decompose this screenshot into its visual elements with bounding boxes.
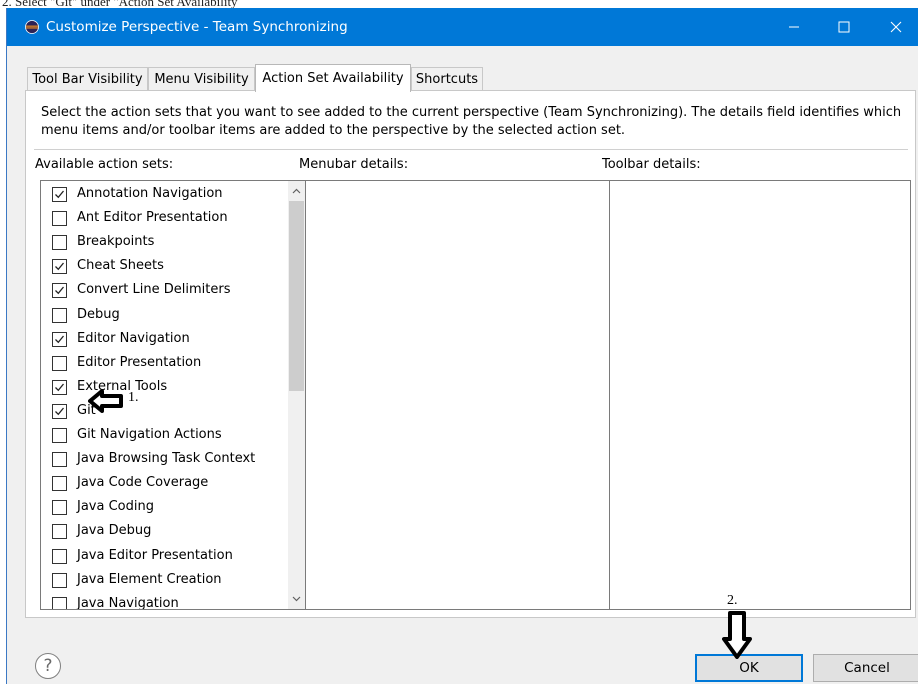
instruction-caption: 2. Select "Git" under "Action Set Availa… [2, 0, 238, 9]
title-bar[interactable]: Customize Perspective - Team Synchronizi… [7, 8, 918, 46]
action-set-label: Java Debug [77, 523, 152, 539]
action-set-item[interactable]: Java Browsing Task Context [41, 448, 281, 472]
action-set-item[interactable]: Breakpoints [41, 231, 281, 255]
action-set-checkbox[interactable] [52, 476, 67, 492]
menubar-details-label: Menubar details: [299, 157, 409, 172]
help-button[interactable]: ? [35, 653, 61, 679]
action-set-checkbox[interactable] [52, 403, 67, 419]
action-set-label: Java Browsing Task Context [77, 451, 256, 467]
left-arrow-annotation-icon [88, 389, 123, 413]
close-button[interactable] [873, 8, 918, 46]
customize-perspective-dialog: Customize Perspective - Team Synchronizi… [6, 8, 918, 684]
minimize-button[interactable] [771, 8, 817, 46]
step-2-annotation: 2. [727, 593, 738, 608]
description-text: Select the action sets that you want to … [41, 105, 902, 138]
down-arrow-annotation-icon [722, 611, 752, 659]
checkmark-icon [55, 262, 65, 271]
action-set-item[interactable]: External Tools [41, 376, 281, 400]
action-set-checkbox[interactable] [52, 524, 67, 540]
action-set-item[interactable]: Editor Presentation [41, 352, 281, 376]
action-set-label: Breakpoints [77, 234, 155, 250]
action-set-item[interactable]: Editor Navigation [41, 328, 281, 352]
action-set-checkbox[interactable] [52, 187, 67, 202]
window-title: Customize Perspective - Team Synchronizi… [46, 19, 348, 35]
action-set-item[interactable]: Debug [41, 304, 281, 328]
action-set-checkbox[interactable] [52, 452, 67, 468]
action-set-checkbox[interactable] [52, 331, 67, 347]
action-set-item[interactable]: Java Element Creation [41, 569, 281, 593]
close-icon [890, 21, 902, 33]
checkmark-icon [55, 335, 65, 343]
action-set-checkbox[interactable] [52, 500, 67, 516]
action-set-label: Java Code Coverage [77, 475, 209, 491]
cancel-button[interactable]: Cancel [813, 654, 918, 682]
action-set-checkbox[interactable] [52, 428, 67, 443]
action-set-item[interactable]: Annotation Navigation [41, 183, 281, 207]
action-set-label: Java Element Creation [77, 571, 222, 587]
step-1-annotation: 1. [128, 390, 139, 405]
action-set-label: Java Editor Presentation [77, 547, 233, 563]
menubar-details-box [305, 180, 610, 610]
action-set-label: Debug [77, 306, 120, 322]
action-set-label: Java Coding [77, 499, 154, 515]
action-set-label: Ant Editor Presentation [77, 210, 228, 226]
action-set-item[interactable]: Java Code Coverage [41, 472, 281, 496]
action-set-label: Convert Line Delimiters [77, 282, 231, 298]
action-sets-list[interactable]: Annotation Navigation Ant Editor Presenta… [40, 180, 306, 610]
action-set-label: Git Navigation Actions [77, 427, 222, 442]
chevron-up-icon [292, 188, 301, 194]
action-set-label: Editor Navigation [77, 330, 190, 346]
action-set-label: Cheat Sheets [77, 258, 164, 274]
eclipse-icon [25, 20, 39, 34]
action-set-item[interactable]: Java Coding [41, 496, 281, 520]
scroll-thumb[interactable] [289, 201, 304, 391]
toolbar-details-label: Toolbar details: [602, 157, 701, 172]
maximize-icon [838, 21, 850, 33]
action-set-label: Java Navigation [77, 595, 179, 610]
checkmark-icon [55, 190, 65, 199]
action-set-item[interactable]: Ant Editor Presentation [41, 207, 281, 231]
available-action-sets-label: Available action sets: [35, 157, 174, 172]
toolbar-details-box [609, 180, 911, 610]
action-set-checkbox[interactable] [52, 211, 67, 227]
tab-tool-bar-visibility[interactable]: Tool Bar Visibility [27, 67, 148, 91]
action-set-checkbox[interactable] [52, 572, 67, 588]
maximize-button[interactable] [821, 8, 867, 46]
scroll-up-button[interactable] [288, 181, 305, 201]
action-set-item[interactable]: Git Navigation Actions [41, 424, 281, 448]
action-set-item[interactable]: Java Navigation [41, 593, 281, 610]
action-set-checkbox[interactable] [52, 259, 67, 275]
scroll-down-button[interactable] [288, 589, 305, 609]
action-set-checkbox[interactable] [52, 235, 67, 251]
action-set-item[interactable]: Convert Line Delimiters [41, 279, 281, 303]
separator [34, 149, 908, 150]
action-set-item[interactable]: Cheat Sheets [41, 255, 281, 279]
action-set-label: Annotation Navigation [77, 186, 223, 201]
action-set-checkbox[interactable] [52, 283, 67, 299]
action-set-item[interactable]: Java Editor Presentation [41, 545, 281, 569]
action-set-item[interactable]: Java Debug [41, 520, 281, 544]
chevron-down-icon [292, 596, 301, 602]
action-set-checkbox[interactable] [52, 379, 67, 395]
action-set-checkbox[interactable] [52, 307, 67, 323]
checkmark-icon [55, 286, 65, 295]
action-set-checkbox[interactable] [52, 548, 67, 564]
checkmark-icon [55, 383, 65, 392]
action-set-label: Editor Presentation [77, 354, 202, 370]
action-set-item[interactable]: Git [41, 400, 281, 424]
tab-menu-visibility[interactable]: Menu Visibility [148, 67, 255, 91]
minimize-icon [789, 26, 799, 28]
action-set-checkbox[interactable] [52, 355, 67, 371]
tab-action-set-availability[interactable]: Action Set Availability [255, 64, 411, 92]
list-scrollbar[interactable] [288, 181, 305, 609]
checkmark-icon [55, 407, 65, 416]
tab-shortcuts[interactable]: Shortcuts [411, 67, 483, 91]
action-set-checkbox[interactable] [52, 596, 67, 609]
action-set-availability-panel: Select the action sets that you want to … [25, 90, 916, 618]
